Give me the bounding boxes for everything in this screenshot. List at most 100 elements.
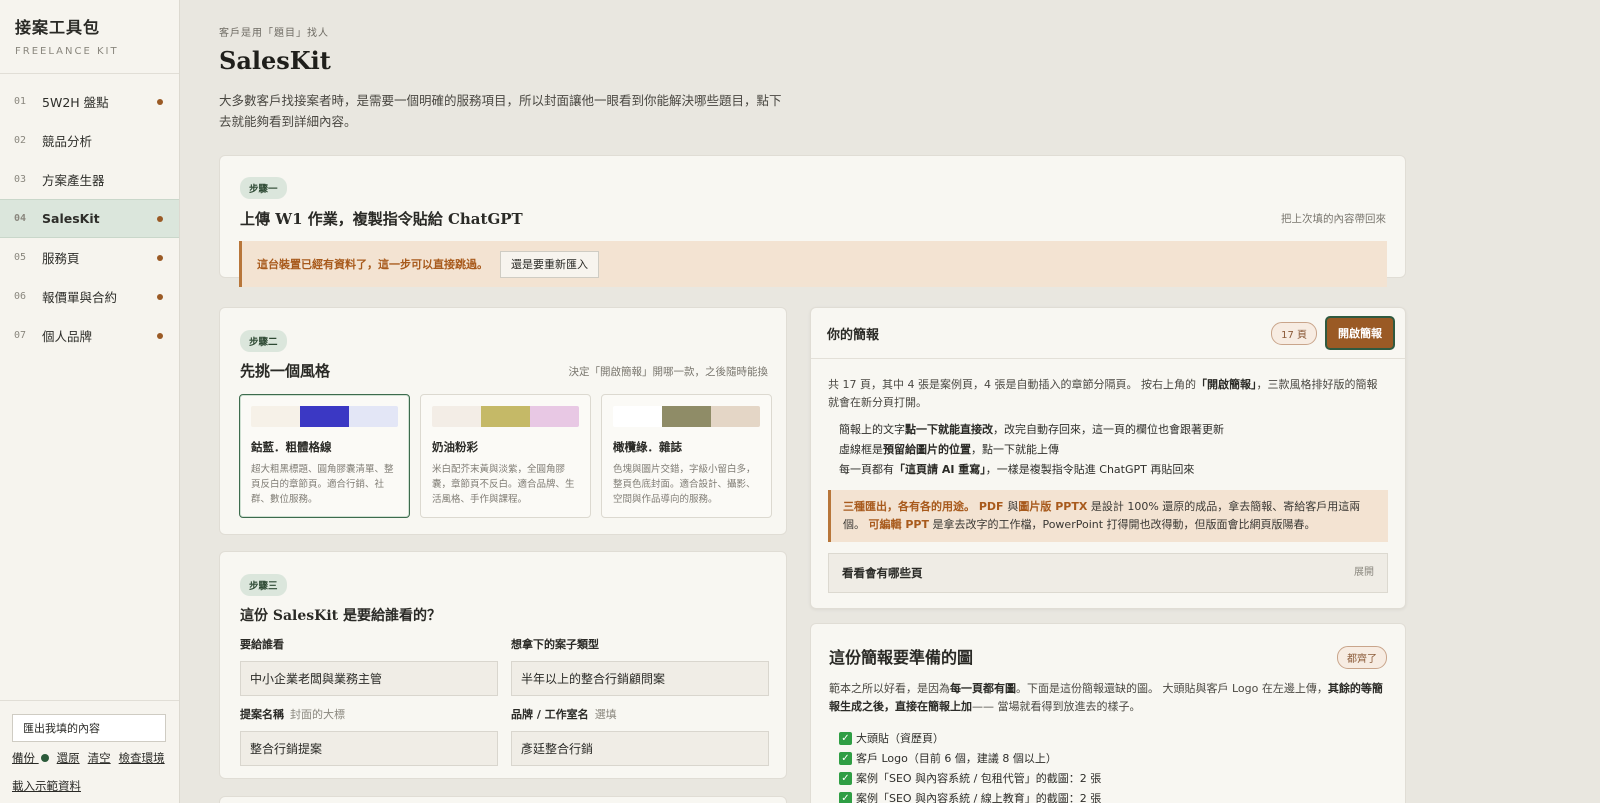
style-desc: 超大粗黑標題、圓角膠囊清單、整頁反白的章節頁。適合行銷、社群、數位服務。 bbox=[251, 464, 394, 505]
export-notice-text: 與 bbox=[1007, 500, 1019, 513]
audience-field: 要給誰看 中小企業老闆與業務主管 bbox=[240, 636, 498, 696]
deck-panel: 你的簡報 17 頁 開啟簡報 共 17 頁，其中 4 張是案例頁，4 張是自動插… bbox=[810, 307, 1406, 609]
style-name: 奶油粉彩 bbox=[432, 440, 478, 454]
tip-emphasis: 「這頁請 AI 重寫」 bbox=[894, 463, 986, 476]
toggle-hint: 展開 bbox=[1354, 567, 1374, 578]
page-count-badge: 17 頁 bbox=[1271, 322, 1317, 345]
export-format-pptx: 圖片版 PPTX bbox=[1018, 500, 1088, 513]
field-label: 品牌 / 工作室名 選填 bbox=[511, 706, 769, 722]
data-links: 備份 還原 清空 檢查環境 bbox=[12, 750, 167, 766]
sidebar-item-quote-contract[interactable]: 06 報價單與合約 bbox=[0, 277, 179, 316]
field-sublabel: 選填 bbox=[594, 708, 617, 721]
step1-hint: 把上次填的內容帶回來 bbox=[1281, 213, 1386, 225]
brand-subtitle: FREELANCE KIT bbox=[15, 46, 119, 57]
deck-tips: 簡報上的文字點一下就能直接改，改完自動存回來，這一頁的欄位也會跟著更新 虛線框是… bbox=[828, 420, 1388, 480]
case-type-input[interactable]: 半年以上的整合行銷顧問案 bbox=[511, 661, 769, 696]
step4-card bbox=[219, 796, 787, 803]
field-label-text: 品牌 / 工作室名 bbox=[511, 708, 589, 721]
desc-text: 範本之所以好看，是因為 bbox=[829, 682, 950, 695]
swatch bbox=[251, 406, 300, 427]
step2-card: 步驟二 先挑一個風格 決定「開啟簡報」開哪一款，之後隨時能換 鈷藍．粗體格線 超… bbox=[219, 307, 787, 535]
style-option-olive[interactable]: 橄欖綠．雜誌 色塊與圖片交錯，字級小留白多，整頁色底封面。適合設計、攝影、空間與… bbox=[601, 394, 772, 518]
load-demo-link[interactable]: 載入示範資料 bbox=[12, 779, 81, 793]
export-format-pdf: PDF bbox=[975, 500, 1008, 513]
sidebar-item-number: 03 bbox=[14, 174, 27, 185]
intro-text: 大多數客戶找接案者時，是需要一個明確的服務項目，所以封面讓他一眼看到你能解決哪些… bbox=[219, 93, 782, 129]
summary-text: 共 17 頁，其中 4 張是案例頁，4 張是自動插入的章節分隔頁。 按右上角的 bbox=[828, 378, 1196, 391]
proposal-name-input[interactable]: 整合行銷提案 bbox=[240, 731, 498, 766]
sidebar-item-service-page[interactable]: 05 服務頁 bbox=[0, 238, 179, 277]
pages-preview-toggle[interactable]: 看看會有哪些頁 展開 bbox=[828, 553, 1388, 593]
style-option-cobalt[interactable]: 鈷藍．粗體格線 超大粗黑標題、圓角膠囊清單、整頁反白的章節頁。適合行銷、社群、數… bbox=[239, 394, 410, 518]
proposal-name-field: 提案名稱 封面的大標 整合行銷提案 bbox=[240, 706, 498, 766]
reimport-button[interactable]: 還是要重新匯入 bbox=[500, 250, 599, 278]
sidebar-item-competitor[interactable]: 02 競品分析 bbox=[0, 121, 179, 160]
sidebar-item-label: 方案產生器 bbox=[42, 173, 105, 188]
step2-hint: 決定「開啟簡報」開哪一款，之後隨時能換 bbox=[568, 366, 769, 378]
export-notice: 三種匯出，各有各的用途。 PDF 與圖片版 PPTX 是設計 100% 還原的成… bbox=[828, 490, 1388, 542]
step3-title: 這份 SalesKit 是要給誰看的？ bbox=[240, 608, 441, 624]
field-label-text: 提案名稱 bbox=[240, 708, 284, 721]
tip-emphasis: 點一下就能直接改 bbox=[905, 423, 993, 436]
sidebar-item-personal-brand[interactable]: 07 個人品牌 bbox=[0, 316, 179, 355]
case-type-field: 想拿下的案子類型 半年以上的整合行銷顧問案 bbox=[511, 636, 769, 696]
style-desc: 米白配芥末黃與淡紫，全圓角膠囊，章節頁不反白。適合品牌、生活風格、手作與課程。 bbox=[432, 464, 575, 505]
tip-text: ，點一下就能上傳 bbox=[971, 443, 1059, 456]
backup-link[interactable]: 備份 bbox=[12, 750, 49, 766]
sidebar-item-label: 競品分析 bbox=[42, 134, 93, 149]
sidebar-item-number: 01 bbox=[14, 96, 27, 107]
open-deck-button[interactable]: 開啟簡報 bbox=[1327, 318, 1393, 348]
sidebar-footer: 匯出我填的內容 備份 還原 清空 檢查環境 載入示範資料 bbox=[0, 700, 179, 794]
field-sublabel: 封面的大標 bbox=[290, 708, 345, 721]
audience-input[interactable]: 中小企業老闆與業務主管 bbox=[240, 661, 498, 696]
status-badge: 都齊了 bbox=[1337, 646, 1387, 669]
checklist-item: ✓ 客戶 Logo（目前 6 個，建議 8 個以上） bbox=[839, 748, 1101, 768]
swatch bbox=[432, 406, 481, 427]
export-button[interactable]: 匯出我填的內容 bbox=[12, 714, 166, 742]
sidebar-item-number: 02 bbox=[14, 135, 27, 146]
check-icon: ✓ bbox=[839, 791, 852, 803]
field-label-text: 要給誰看 bbox=[240, 638, 284, 651]
checklist-text: 客戶 Logo（目前 6 個，建議 8 個以上） bbox=[856, 752, 1057, 765]
sidebar-item-plan-generator[interactable]: 03 方案產生器 bbox=[0, 160, 179, 199]
sidebar-item-saleskit[interactable]: 04 SalesKit bbox=[0, 199, 179, 238]
progress-dot bbox=[157, 332, 163, 339]
eyebrow: 客戶是用「題目」找人 bbox=[219, 28, 329, 39]
step-pill: 步驟一 bbox=[240, 177, 287, 199]
step3-card: 步驟三 這份 SalesKit 是要給誰看的？ 要給誰看 中小企業老闆與業務主管… bbox=[219, 551, 787, 779]
tip-text: ，改完自動存回來，這一頁的欄位也會跟著更新 bbox=[993, 423, 1224, 436]
sidebar: 接案工具包 FREELANCE KIT 01 5W2H 盤點 02 競品分析 0… bbox=[0, 0, 180, 803]
checklist-item: ✓ 大頭貼（資歷頁） bbox=[839, 728, 1101, 748]
tip-text: 簡報上的文字 bbox=[839, 423, 905, 436]
style-name: 橄欖綠．雜誌 bbox=[613, 440, 682, 454]
brand: 接案工具包 FREELANCE KIT bbox=[0, 0, 179, 74]
check-env-link[interactable]: 檢查環境 bbox=[119, 750, 165, 766]
brand-name-input[interactable]: 彥廷整合行銷 bbox=[511, 731, 769, 766]
swatch bbox=[711, 406, 760, 427]
checklist-item: ✓ 案例「SEO 與內容系統 / 線上教育」的截圖：2 張 bbox=[839, 788, 1101, 803]
backup-label: 備份 bbox=[12, 751, 35, 765]
sidebar-nav: 01 5W2H 盤點 02 競品分析 03 方案產生器 04 SalesKit … bbox=[0, 82, 179, 355]
progress-dot bbox=[157, 98, 163, 105]
swatch bbox=[349, 406, 398, 427]
swatch bbox=[613, 406, 662, 427]
clear-link[interactable]: 清空 bbox=[88, 750, 111, 766]
style-option-pastel[interactable]: 奶油粉彩 米白配芥末黃與淡紫，全圓角膠囊，章節頁不反白。適合品牌、生活風格、手作… bbox=[420, 394, 591, 518]
color-swatches bbox=[251, 406, 398, 427]
toggle-label: 看看會有哪些頁 bbox=[842, 566, 923, 580]
progress-dot bbox=[157, 254, 163, 261]
step1-card: 步驟一 上傳 W1 作業，複製指令貼給 ChatGPT 把上次填的內容帶回來 這… bbox=[219, 155, 1406, 287]
step1-title: 上傳 W1 作業，複製指令貼給 ChatGPT bbox=[240, 210, 523, 228]
tip-text: ，一樣是複製指令貼進 ChatGPT 再貼回來 bbox=[985, 463, 1195, 476]
progress-dot bbox=[157, 215, 163, 222]
images-panel: 這份簡報要準備的圖 都齊了 範本之所以好看，是因為每一頁都有圖。下面是這份簡報還… bbox=[810, 623, 1406, 803]
restore-link[interactable]: 還原 bbox=[57, 750, 80, 766]
sidebar-item-label: 5W2H 盤點 bbox=[42, 95, 109, 110]
check-icon: ✓ bbox=[839, 731, 852, 745]
sidebar-item-5w2h[interactable]: 01 5W2H 盤點 bbox=[0, 82, 179, 121]
field-label: 要給誰看 bbox=[240, 636, 498, 652]
images-title: 這份簡報要準備的圖 bbox=[829, 648, 974, 667]
sidebar-item-number: 05 bbox=[14, 252, 27, 263]
sidebar-item-label: 個人品牌 bbox=[42, 329, 93, 344]
style-options: 鈷藍．粗體格線 超大粗黑標題、圓角膠囊清單、整頁反白的章節頁。適合行銷、社群、數… bbox=[239, 394, 772, 518]
